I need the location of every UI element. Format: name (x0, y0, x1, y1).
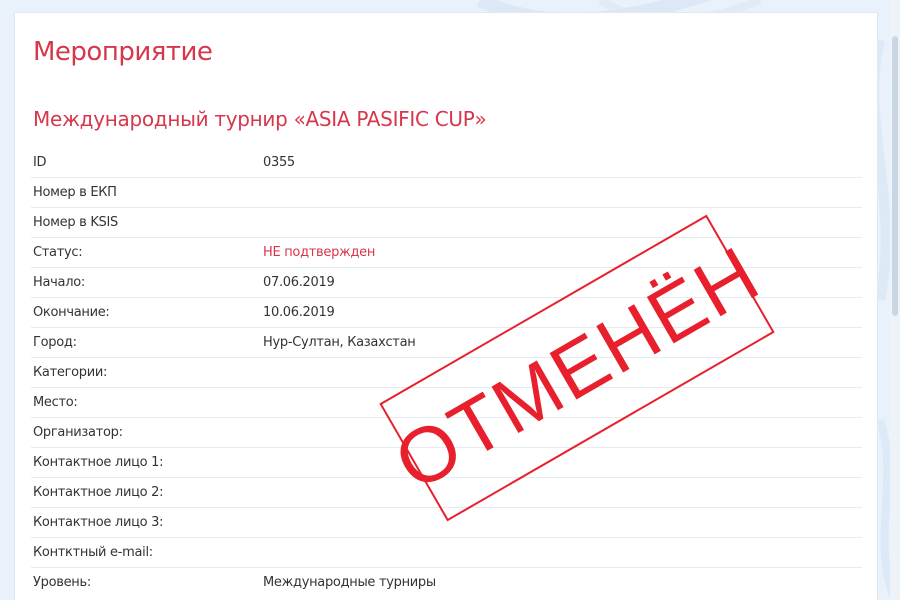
status-value: НЕ подтвержден (263, 245, 376, 260)
detail-value: 07.06.2019 (263, 275, 335, 290)
detail-label: Контактное лицо 2: (33, 485, 164, 500)
detail-label: Начало: (33, 275, 85, 290)
detail-label: Место: (33, 395, 78, 410)
detail-label: Контактное лицо 1: (33, 455, 164, 470)
detail-value: Международные турниры (263, 575, 436, 590)
detail-value: 0355 (263, 155, 295, 170)
detail-label: Город: (33, 335, 77, 350)
detail-value: Нур-Султан, Казахстан (263, 335, 416, 350)
detail-label: Окончание: (33, 305, 110, 320)
scrollbar-thumb (892, 36, 898, 316)
detail-row-contact-email: Контктный e-mail: (31, 538, 862, 568)
detail-row-ksis-number: Номер в KSIS (31, 208, 862, 238)
detail-row-id: ID 0355 (31, 148, 862, 178)
event-title: Международный турнир «ASIA PASIFIC CUP» (33, 107, 487, 131)
detail-label: Номер в KSIS (33, 215, 118, 230)
detail-label: Организатор: (33, 425, 123, 440)
detail-label: Номер в ЕКП (33, 185, 117, 200)
detail-label: Категории: (33, 365, 108, 380)
detail-value: 10.06.2019 (263, 305, 335, 320)
detail-row-ekp-number: Номер в ЕКП (31, 178, 862, 208)
detail-row-level: Уровень: Международные турниры (31, 568, 862, 598)
page-title: Мероприятие (33, 37, 213, 67)
detail-label: Контктный e-mail: (33, 545, 153, 560)
detail-label: Контактное лицо 3: (33, 515, 164, 530)
detail-label: Уровень: (33, 575, 91, 590)
scrollbar[interactable] (878, 0, 900, 600)
detail-label: ID (33, 155, 47, 170)
detail-label: Статус: (33, 245, 83, 260)
